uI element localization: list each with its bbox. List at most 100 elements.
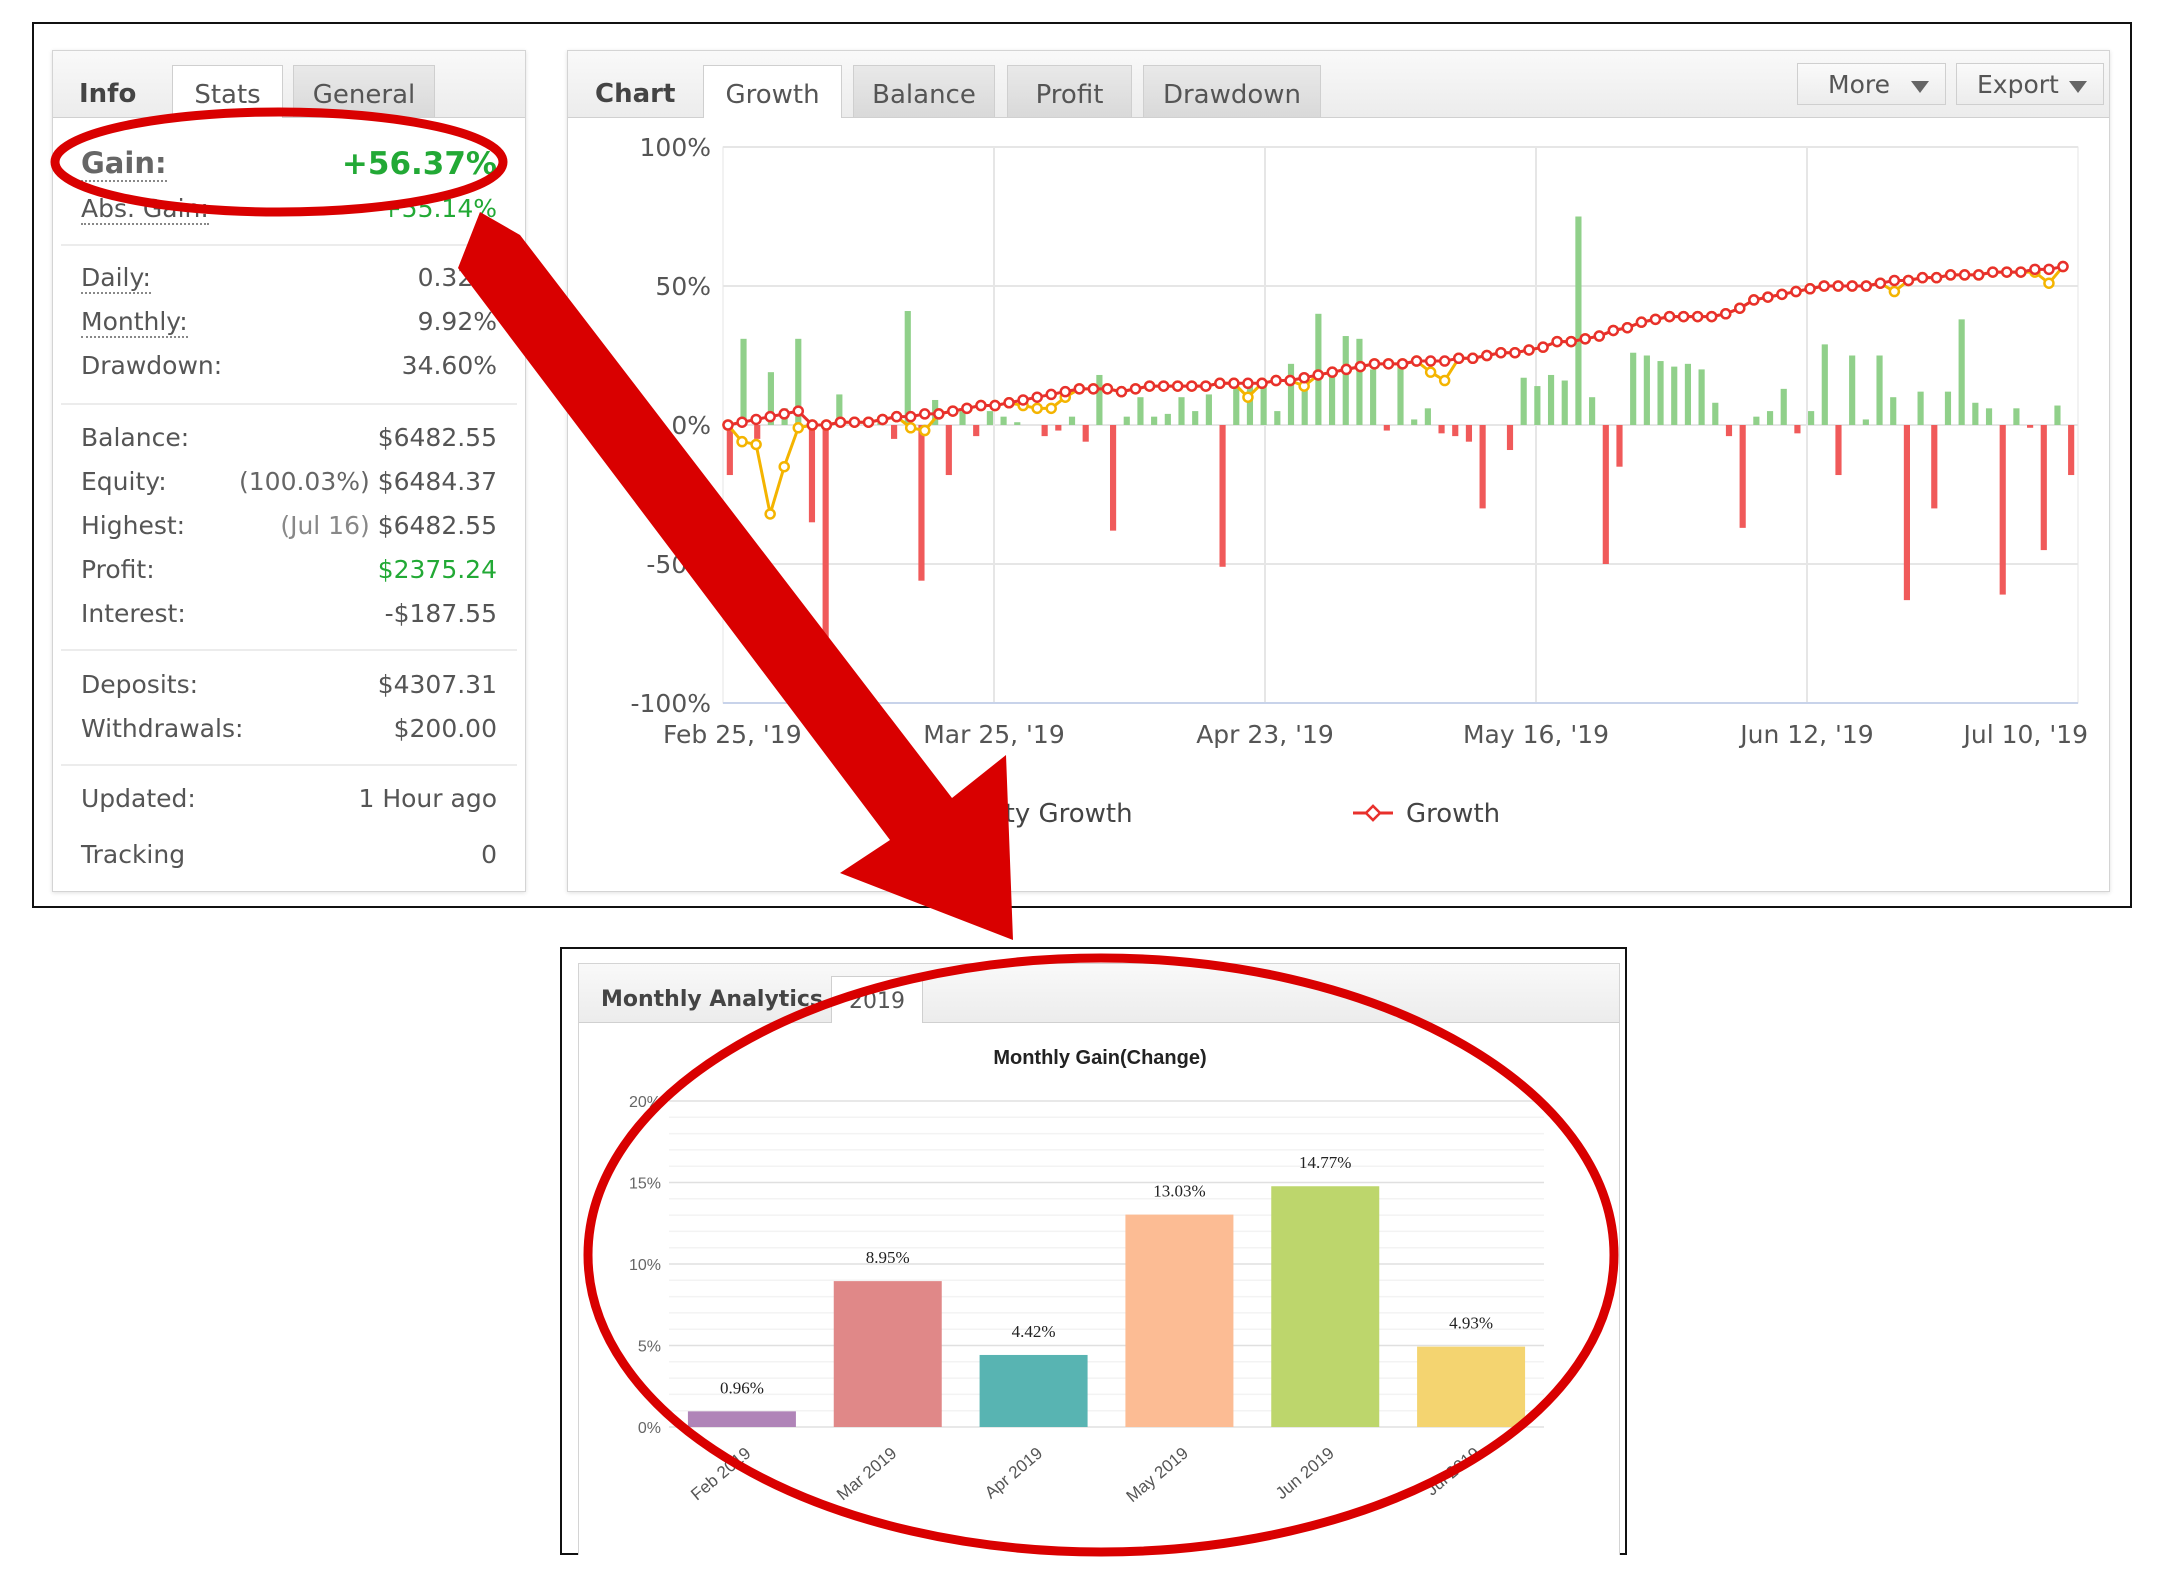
- separator: [61, 244, 517, 246]
- daily-change-bar: [740, 338, 747, 425]
- daily-change-bar: [1808, 411, 1815, 425]
- daily-change-bar: [1849, 355, 1856, 425]
- balance-value: $6482.55: [377, 423, 497, 452]
- growth-point: [1059, 385, 1072, 398]
- growth-point: [1649, 313, 1662, 326]
- equity-label: Equity:: [81, 467, 167, 496]
- growth-point: [1719, 308, 1732, 320]
- profit-row: Profit: $2375.24: [81, 555, 497, 595]
- growth-point: [1972, 269, 1985, 281]
- bar-value-label: 13.03%: [1153, 1182, 1205, 1201]
- daily-change-bar: [1424, 408, 1431, 425]
- abs-gain-value: +55.14%: [380, 194, 497, 223]
- highest-date: (Jul 16): [280, 511, 370, 540]
- y-tick-label: 5%: [638, 1339, 661, 1356]
- balance-row: Balance: $6482.55: [81, 423, 497, 463]
- growth-point: [1087, 383, 1100, 395]
- tab-stats[interactable]: Stats: [172, 65, 283, 118]
- daily-change-bar: [1671, 366, 1678, 425]
- x-tick-label: Feb 2019: [687, 1444, 754, 1505]
- growth-point: [722, 419, 734, 431]
- highest-label: Highest:: [81, 511, 186, 540]
- growth-point: [2029, 263, 2041, 276]
- deposits-label: Deposits:: [81, 670, 199, 699]
- growth-point: [1312, 369, 1324, 381]
- equity-growth-point: [1045, 402, 1057, 415]
- daily-change-bar: [1233, 386, 1240, 425]
- daily-change-bar: [1985, 408, 1993, 425]
- daily-change-bar: [1753, 416, 1760, 425]
- daily-change-bar: [2040, 425, 2047, 551]
- x-tick-label: Jul 2019: [1422, 1444, 1483, 1500]
- growth-point: [1551, 335, 1563, 348]
- equity-growth-point: [764, 508, 776, 520]
- growth-point: [876, 413, 889, 426]
- legend-equity-marker: [906, 806, 920, 820]
- daily-change-bar: [1944, 391, 1952, 425]
- daily-change-bar: [1547, 374, 1555, 425]
- daily-change-bar: [808, 425, 816, 523]
- y-tick-label: 0%: [671, 411, 711, 440]
- growth-point: [736, 416, 748, 428]
- growth-point: [1017, 394, 1029, 406]
- x-tick-label: Jun 2019: [1272, 1444, 1338, 1504]
- equity-growth-point: [778, 460, 790, 473]
- tab-general[interactable]: General: [293, 65, 435, 117]
- daily-change-bar: [1561, 380, 1568, 425]
- growth-point: [1677, 310, 1690, 323]
- growth-point: [904, 410, 917, 423]
- tab-info[interactable]: Info: [79, 65, 136, 117]
- growth-point: [1762, 291, 1774, 303]
- daily-change-bar: [1766, 411, 1774, 425]
- growth-point: [1031, 391, 1043, 403]
- daily-change-bar: [1534, 386, 1541, 425]
- equity-growth-point: [918, 424, 931, 437]
- info-tabbar: Info Stats General: [53, 51, 525, 118]
- daily-change-bar: [1958, 319, 1965, 425]
- daily-label: Daily:: [81, 263, 151, 294]
- growth-point: [1734, 302, 1746, 314]
- equity-growth-point: [1424, 366, 1437, 378]
- equity-growth-point: [1438, 374, 1451, 387]
- growth-point: [1944, 269, 1957, 281]
- y-tick-label: 20%: [629, 1094, 661, 1111]
- growth-point: [1200, 380, 1212, 392]
- daily-change-bar: [1411, 419, 1418, 425]
- bar-value-label: 4.42%: [1012, 1322, 1056, 1341]
- equity-growth-point: [904, 422, 917, 434]
- growth-point: [1846, 280, 1858, 292]
- separator: [61, 649, 517, 651]
- bar-value-label: 0.96%: [720, 1378, 764, 1397]
- growth-point: [1382, 358, 1395, 370]
- growth-point: [1635, 316, 1648, 328]
- monthly-bar: [687, 1411, 796, 1427]
- daily-change-bar: [1821, 344, 1828, 425]
- growth-point: [1509, 346, 1521, 359]
- monthly-bar: [1417, 1346, 1526, 1427]
- daily-change-bar: [1164, 413, 1171, 425]
- growth-point: [792, 405, 805, 417]
- monthly-bar: [1271, 1186, 1380, 1427]
- daily-change-bar: [891, 425, 898, 439]
- tracking-label: Tracking: [81, 840, 186, 869]
- daily-change-bar: [1014, 422, 1021, 425]
- daily-change-bar: [1602, 425, 1609, 564]
- daily-change-bar: [1903, 425, 1910, 601]
- growth-point: [1902, 274, 1915, 287]
- drawdown-row: Drawdown: 34.60%: [81, 351, 497, 391]
- growth-point: [1818, 280, 1830, 292]
- x-tick-label: May 16, '19: [1463, 720, 1609, 749]
- growth-point: [1185, 380, 1198, 392]
- growth-point: [1481, 349, 1493, 362]
- growth-point: [1930, 271, 1943, 284]
- growth-point: [2001, 266, 2013, 278]
- daily-change-bar: [1931, 425, 1938, 509]
- daily-change-bar: [1082, 425, 1089, 442]
- growth-point: [1804, 283, 1816, 295]
- legend-growth-label: Growth: [1406, 799, 1500, 829]
- growth-point: [1958, 269, 1971, 281]
- daily-change-bar: [1698, 369, 1705, 425]
- daily-change-bar: [1479, 425, 1486, 509]
- growth-point: [1242, 377, 1254, 390]
- growth-point: [1298, 371, 1310, 384]
